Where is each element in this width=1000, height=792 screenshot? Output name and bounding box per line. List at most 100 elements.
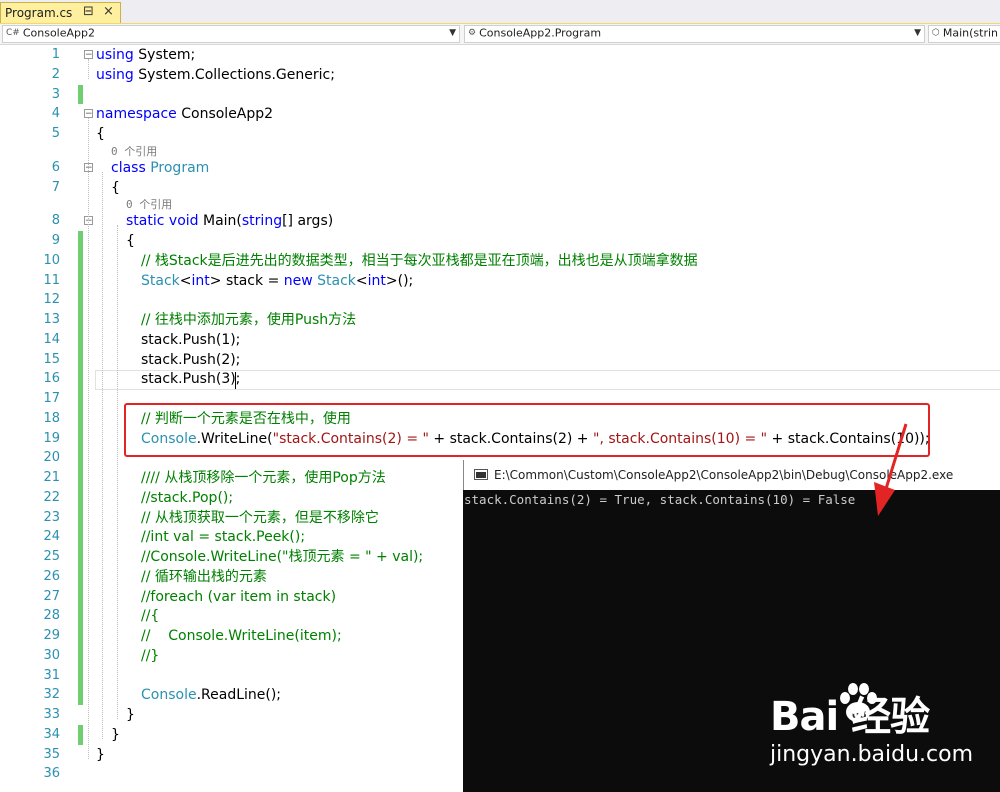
- member-dropdown[interactable]: ⬡ Main(strin: [928, 25, 1000, 43]
- keyword-token: using: [96, 47, 134, 63]
- code-line[interactable]: 10 // 栈Stack是后进先出的数据类型，相当于每次亚栈都是亚在顶端，出栈也是…: [0, 251, 1000, 271]
- pin-icon[interactable]: ⊟: [83, 4, 94, 19]
- tab-program-cs[interactable]: Program.cs ⊟ ×: [0, 2, 121, 24]
- code-text: static void Main(string[] args): [126, 211, 333, 231]
- change-marker: [78, 231, 83, 449]
- code-token: Main(: [198, 213, 242, 230]
- code-text: }: [126, 705, 135, 725]
- code-text: }: [111, 725, 120, 745]
- line-number: 3: [51, 86, 60, 102]
- line-number: 20: [43, 450, 60, 466]
- code-text: //// 从栈顶移除一个元素，使用Pop方法: [141, 468, 386, 488]
- keyword-token: static: [126, 213, 165, 230]
- project-dropdown[interactable]: C# ConsoleApp2 ▼: [2, 25, 460, 43]
- line-number: 23: [43, 509, 60, 525]
- code-line[interactable]: 9{: [0, 231, 1000, 251]
- change-marker: [78, 448, 83, 705]
- csharp-project-icon: C#: [6, 28, 20, 38]
- line-number: 34: [43, 726, 60, 742]
- code-text: Console.ReadLine();: [141, 685, 281, 705]
- comment-token: // 栈Stack是后进先出的数据类型，相当于每次亚栈都是亚在顶端，出栈也是从顶…: [141, 252, 698, 269]
- line-number: 19: [43, 430, 60, 446]
- line-number: 17: [43, 391, 60, 406]
- code-lens-references[interactable]: 0 个引用: [126, 198, 172, 212]
- line-number: 24: [43, 529, 60, 545]
- keyword-token: class: [111, 159, 146, 176]
- line-number: 8: [51, 213, 60, 229]
- code-text: class Program: [111, 158, 209, 178]
- code-line[interactable]: 15 stack.Push(2);: [0, 350, 1000, 370]
- line-number: 32: [43, 687, 60, 703]
- watermark-logo-text: Bai 经验: [770, 694, 930, 740]
- collapse-icon[interactable]: −: [84, 50, 93, 60]
- current-line-highlight: [95, 370, 1000, 390]
- code-text: namespace ConsoleApp2: [96, 104, 273, 124]
- code-text: //{: [141, 606, 159, 626]
- code-line[interactable]: 7{: [0, 178, 1000, 198]
- line-number: 18: [43, 410, 60, 426]
- outline-guide: [102, 171, 103, 739]
- comment-token: //// 从栈顶移除一个元素，使用Pop方法: [141, 470, 386, 486]
- code-token: {: [126, 233, 135, 249]
- line-number: 25: [43, 549, 60, 564]
- keyword-token: string: [241, 213, 283, 230]
- type-token: Console: [141, 687, 197, 704]
- code-token: }: [111, 726, 120, 743]
- code-line[interactable]: 12: [0, 290, 1000, 310]
- collapse-icon[interactable]: −: [84, 109, 93, 119]
- keyword-token: void: [168, 213, 199, 230]
- code-lens-references[interactable]: 0 个引用: [111, 145, 157, 159]
- line-number: 10: [43, 252, 60, 268]
- comment-token: //int val = stack.Peek();: [141, 529, 306, 546]
- code-line[interactable]: 6 class Program: [0, 158, 1000, 178]
- tab-title: Program.cs: [5, 6, 73, 20]
- code-token: }: [126, 707, 135, 723]
- code-token: System;: [133, 47, 196, 63]
- class-icon: ⚙: [468, 28, 477, 38]
- class-dropdown[interactable]: ⚙ ConsoleApp2.Program ▼: [464, 25, 925, 43]
- line-number: 36: [43, 766, 60, 782]
- code-line[interactable]: 5{: [0, 124, 1000, 144]
- close-icon[interactable]: ×: [103, 4, 114, 19]
- chevron-down-icon: ▼: [449, 28, 456, 38]
- code-line[interactable]: 11 Stack<int> stack = new Stack<int>();: [0, 271, 1000, 291]
- chevron-down-icon: ▼: [914, 28, 921, 38]
- code-text: //}: [141, 646, 159, 666]
- line-number: 13: [43, 312, 60, 327]
- code-token: <: [179, 272, 192, 289]
- code-token: > stack =: [209, 272, 284, 289]
- line-number: 35: [43, 746, 60, 762]
- code-line[interactable]: 2 using System.Collections.Generic;: [0, 65, 1000, 85]
- line-number: 14: [43, 331, 60, 347]
- code-line[interactable]: 14 stack.Push(1);: [0, 330, 1000, 350]
- code-line[interactable]: 3: [0, 85, 1000, 105]
- red-arrow-annotation: [874, 423, 908, 516]
- code-token: >();: [385, 272, 414, 289]
- comment-token: // 从栈顶获取一个元素，但是不移除它: [141, 509, 379, 526]
- code-line[interactable]: 1 using System;: [0, 45, 1000, 65]
- code-line[interactable]: 13 // 往栈中添加元素，使用Push方法: [0, 310, 1000, 330]
- comment-token: //}: [141, 647, 160, 664]
- line-number: 22: [43, 489, 60, 505]
- type-token: Stack: [141, 272, 180, 289]
- code-text: Stack<int> stack = new Stack<int>();: [141, 271, 413, 291]
- code-line[interactable]: 4 namespace ConsoleApp2: [0, 104, 1000, 124]
- console-output: stack.Contains(2) = True, stack.Contains…: [464, 492, 856, 507]
- outline-guide: [88, 59, 89, 79]
- line-number: 29: [43, 628, 60, 643]
- code-line[interactable]: 8 static void Main(string[] args): [0, 211, 1000, 231]
- line-number: 21: [43, 470, 60, 485]
- code-token: ConsoleApp2: [176, 106, 274, 123]
- code-token: }: [96, 746, 105, 763]
- outline-guide: [117, 225, 118, 719]
- method-icon: ⬡: [932, 28, 940, 38]
- line-number: 31: [43, 667, 60, 683]
- code-text: {: [111, 178, 120, 198]
- code-text: stack.Push(2);: [141, 350, 240, 370]
- code-text: {: [126, 231, 135, 251]
- comment-token: //stack.Pop();: [141, 489, 234, 506]
- code-text: {: [96, 124, 105, 144]
- comment-token: //{: [141, 608, 160, 625]
- line-number: 6: [51, 159, 60, 175]
- comment-token: // Console.WriteLine(item);: [141, 628, 342, 644]
